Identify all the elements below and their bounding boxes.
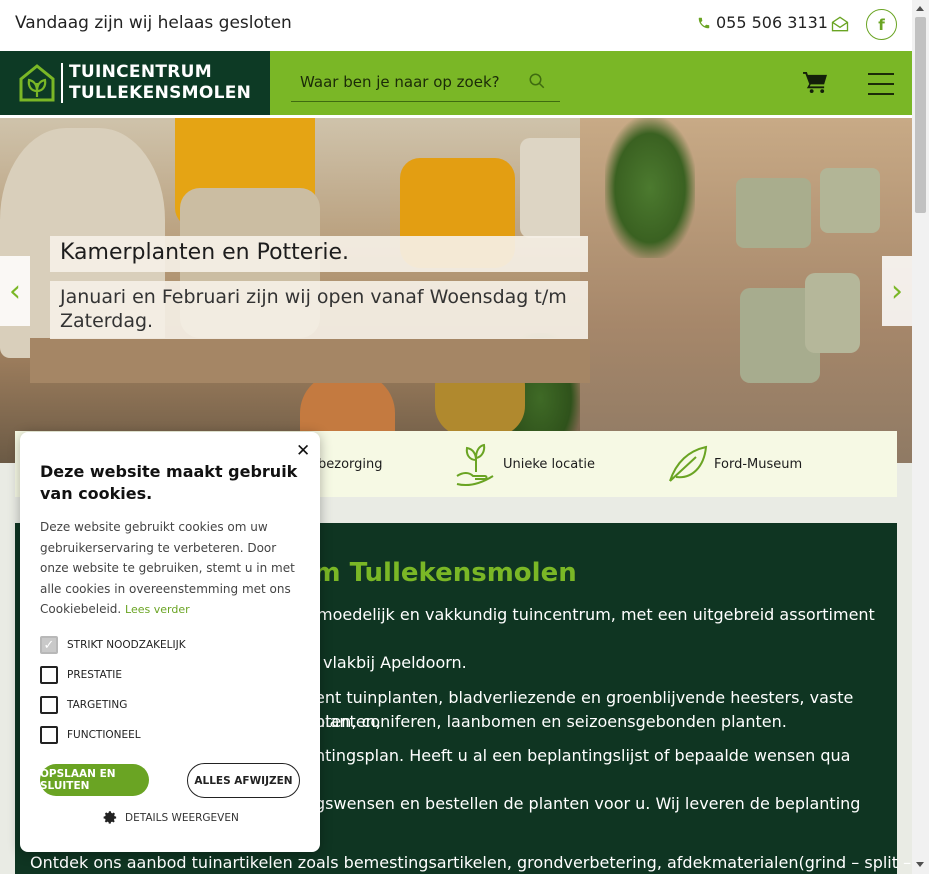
menu-icon[interactable] [868,73,894,95]
search-input[interactable] [291,65,521,99]
read-more-link[interactable]: Lees verder [125,603,190,616]
intro-paragraph-6: Ontdek ons aanbod tuinartikelen zoals be… [30,853,912,872]
cookie-dialog: ✕ Deze website maakt gebruik van cookies… [20,432,320,852]
hero-pot-sage-2 [820,168,880,233]
hero-pot-sage-4 [805,273,860,353]
details-label: DETAILS WEERGEVEN [125,811,239,824]
mail-icon[interactable] [830,14,850,34]
hero-subtitle: Januari en Februari zijn wij open vanaf … [50,281,588,339]
scroll-up-arrow-icon[interactable] [916,6,924,11]
slider-next-button[interactable]: › [882,256,912,326]
scrollbar-thumb[interactable] [915,17,926,213]
scroll-down-arrow-icon[interactable] [916,862,924,867]
intro-paragraph-1: moedelijk en vakkundig tuincentrum, met … [317,605,875,624]
checkbox-checked-icon[interactable]: ✓ [40,636,58,654]
hero-pot-sage-1 [736,178,811,248]
show-details-button[interactable]: DETAILS WEERGEVEN [103,810,239,825]
usp-museum: Ford-Museum [666,431,802,497]
logo-line-1: TUINCENTRUM [69,62,212,82]
main-header: TUINCENTRUM TULLEKENSMOLEN [0,51,912,115]
gear-icon [103,811,117,824]
save-and-close-button[interactable]: OPSLAAN EN SLUITEN [40,764,149,796]
logo-divider [61,63,63,103]
checkbox-box[interactable] [40,696,58,714]
search-icon[interactable] [528,72,546,90]
checkbox-functional[interactable]: FUNCTIONEEL [40,726,141,744]
intro-paragraph-3b: nten, coniferen, laanbomen en seizoensge… [315,712,787,731]
intro-heading: um Tullekensmolen [295,558,577,588]
logo-house-leaf-icon [19,64,55,102]
intro-paragraph-5: gswensen en bestellen de planten voor u.… [315,794,861,813]
scrollbar[interactable] [912,0,929,874]
phone-number: 055 506 3131 [716,13,828,32]
plant-hand-icon [456,443,494,486]
hero-plant [605,118,695,258]
top-bar: Vandaag zijn wij helaas gesloten 055 506… [0,0,912,51]
logo-line-2: TULLEKENSMOLEN [69,83,252,103]
checkbox-performance[interactable]: PRESTATIE [40,666,122,684]
checkbox-label: TARGETING [67,699,128,711]
checkbox-label: FUNCTIONEEL [67,729,141,741]
phone-link[interactable]: 055 506 3131 [697,13,828,32]
logo-text: TUINCENTRUM TULLEKENSMOLEN [69,62,251,104]
checkbox-box[interactable] [40,666,58,684]
checkbox-targeting[interactable]: TARGETING [40,696,127,714]
leaf-icon [669,445,708,482]
phone-icon [698,17,710,28]
cart-icon[interactable] [803,71,828,94]
slider-prev-button[interactable]: ‹ [0,256,30,326]
usp-location: Unieke locatie [455,431,595,497]
hero-table [30,338,590,383]
logo[interactable]: TUINCENTRUM TULLEKENSMOLEN [0,51,270,115]
facebook-icon[interactable]: f [866,9,897,40]
checkbox-strictly-necessary[interactable]: ✓ STRIKT NOODZAKELIJK [40,636,186,654]
hero-slider: Kamerplanten en Potterie. Januari en Feb… [0,118,912,463]
hero-title: Kamerplanten en Potterie. [50,236,588,272]
checkbox-label: STRIKT NOODZAKELIJK [67,639,186,651]
intro-paragraph-2: vlakbij Apeldoorn. [323,653,467,672]
opening-status-text: Vandaag zijn wij helaas gesloten [15,13,292,33]
cookie-title: Deze website maakt gebruik van cookies. [40,462,298,503]
usp-museum-label: Ford-Museum [714,456,803,472]
cookie-description: Deze website gebruikt cookies om uw gebr… [40,517,300,621]
search-bar [291,65,560,102]
cookie-description-text: Deze website gebruikt cookies om uw gebr… [40,520,295,616]
usp-delivery: bezorging [318,431,383,497]
close-icon[interactable]: ✕ [296,441,310,461]
checkbox-label: PRESTATIE [67,669,123,681]
usp-location-label: Unieke locatie [503,456,595,472]
reject-all-button[interactable]: ALLES AFWIJZEN [187,763,300,798]
checkbox-box[interactable] [40,726,58,744]
usp-delivery-label: bezorging [318,456,383,472]
intro-paragraph-4: ntingsplan. Heeft u al een beplantingsli… [315,746,851,765]
